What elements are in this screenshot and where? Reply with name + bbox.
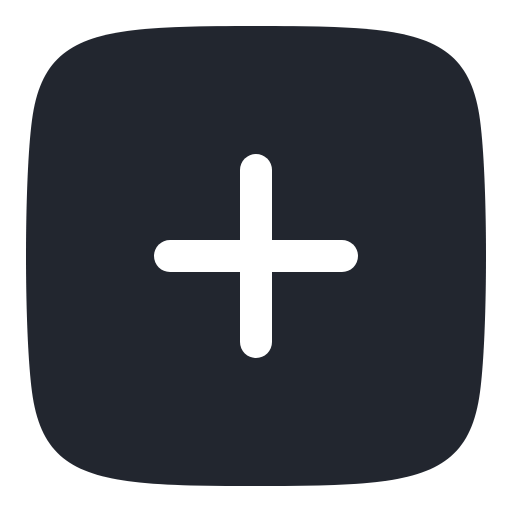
- icon-canvas: [0, 0, 512, 512]
- add-button[interactable]: [0, 0, 512, 512]
